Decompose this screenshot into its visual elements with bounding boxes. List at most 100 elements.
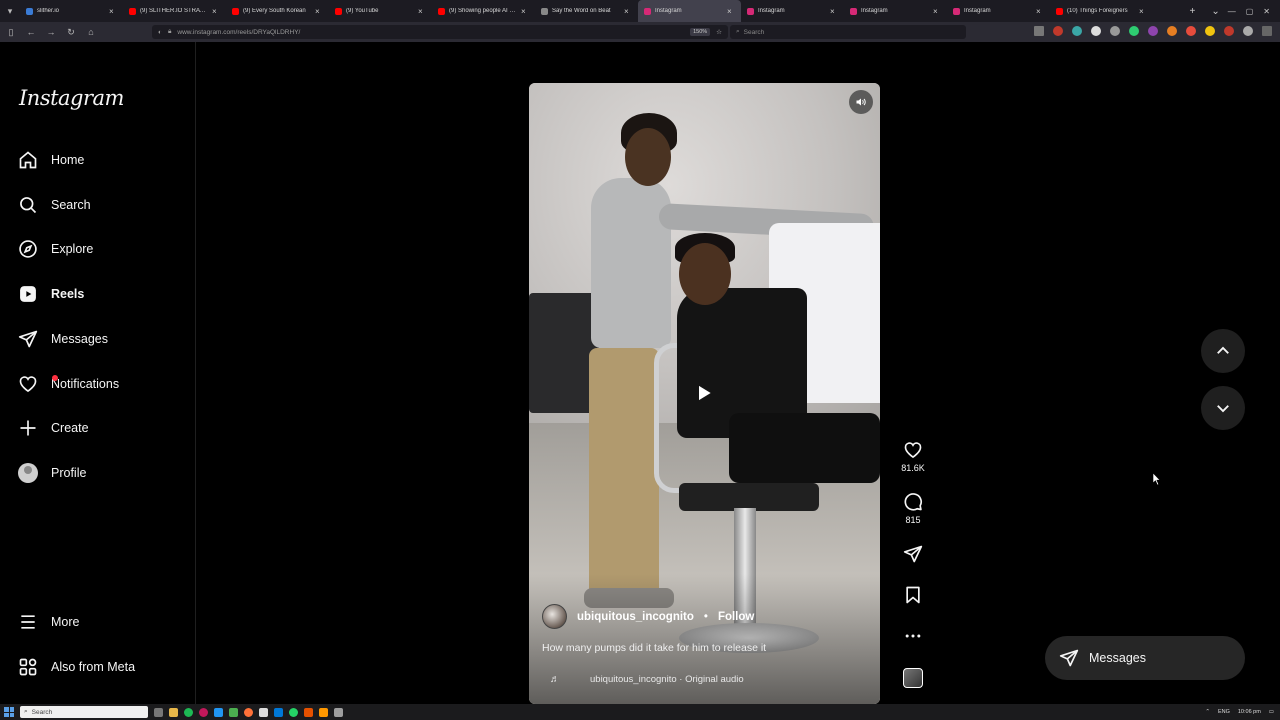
extension-icon[interactable] bbox=[1148, 26, 1158, 36]
browser-tab[interactable]: Instagram × bbox=[741, 0, 844, 22]
sidebar-item-create[interactable]: Create bbox=[18, 413, 89, 443]
extension-icon[interactable] bbox=[1167, 26, 1177, 36]
extension-icon[interactable] bbox=[1205, 26, 1215, 36]
share-icon[interactable] bbox=[903, 544, 923, 564]
browser-tab[interactable]: (9) Every South Korean × bbox=[226, 0, 329, 22]
tab-close-icon[interactable]: × bbox=[1139, 7, 1147, 16]
extension-icon[interactable] bbox=[1110, 26, 1120, 36]
tab-close-icon[interactable]: × bbox=[624, 7, 632, 16]
messages-pill-button[interactable]: Messages bbox=[1045, 636, 1245, 680]
sidebar-item-messages[interactable]: Messages bbox=[18, 324, 108, 354]
app-icon[interactable] bbox=[319, 707, 328, 717]
instagram-logo[interactable]: Instagram bbox=[19, 86, 124, 110]
tab-close-icon[interactable]: × bbox=[727, 7, 735, 16]
app-icon[interactable] bbox=[274, 707, 283, 717]
previous-reel-button[interactable] bbox=[1201, 329, 1245, 373]
sidebar-item-notifications[interactable]: Notifications bbox=[18, 369, 119, 399]
extension-icon[interactable] bbox=[1224, 26, 1234, 36]
extension-icon[interactable] bbox=[1091, 26, 1101, 36]
tray-chevron-icon[interactable]: ⌃ bbox=[1205, 709, 1210, 715]
tab-overflow-icon[interactable]: ⌄ bbox=[1203, 6, 1227, 17]
tab-label: (9) Showing people AI edits bbox=[449, 8, 517, 14]
minimize-button[interactable]: — bbox=[1228, 7, 1236, 16]
notification-icon[interactable]: ▭ bbox=[1269, 709, 1274, 715]
app-icon[interactable] bbox=[304, 707, 313, 717]
library-icon[interactable] bbox=[1034, 26, 1044, 36]
browser-tab[interactable]: (9) YouTube × bbox=[329, 0, 432, 22]
reload-button[interactable]: ↻ bbox=[66, 27, 76, 38]
browser-tab[interactable]: (9) Showing people AI edits × bbox=[432, 0, 535, 22]
sidebar-item-explore[interactable]: Explore bbox=[18, 234, 93, 264]
maximize-button[interactable]: ▢ bbox=[1246, 7, 1254, 16]
app-icon[interactable] bbox=[199, 707, 208, 717]
tab-close-icon[interactable]: × bbox=[521, 7, 529, 16]
task-view-icon[interactable] bbox=[154, 707, 163, 717]
reel-audio[interactable]: ♬ ubiquitous_incognito · Original audio bbox=[550, 674, 744, 685]
zoom-level[interactable]: 150% bbox=[690, 28, 711, 36]
home-button[interactable]: ⌂ bbox=[86, 27, 96, 37]
address-bar[interactable]: ◐ 🔒︎ www.instagram.com/reels/DRYaQlLDRHY… bbox=[152, 25, 728, 39]
tracking-shield-icon[interactable]: ◐ bbox=[158, 29, 162, 36]
browser-tab[interactable]: (9) SLITHER.IO STRATEGIES × bbox=[123, 0, 226, 22]
sidebar-item-also-from-meta[interactable]: Also from Meta bbox=[18, 652, 135, 682]
app-icon[interactable] bbox=[289, 707, 298, 717]
app-icon[interactable] bbox=[259, 707, 268, 717]
audio-thumbnail[interactable] bbox=[903, 668, 923, 688]
more-options-icon[interactable] bbox=[903, 626, 923, 646]
reel-caption[interactable]: How many pumps did it take for him to re… bbox=[542, 642, 872, 654]
browser-tab[interactable]: (10) Things Foreigners × bbox=[1050, 0, 1153, 22]
tab-close-icon[interactable]: × bbox=[830, 7, 838, 16]
back-button[interactable]: ← bbox=[26, 27, 36, 37]
bookmark-star-icon[interactable]: ☆ bbox=[716, 28, 722, 36]
app-icon[interactable] bbox=[184, 707, 193, 717]
tab-list-icon[interactable]: ▾ bbox=[0, 0, 20, 22]
taskbar-search[interactable]: ⌕ Search bbox=[20, 706, 148, 718]
search-bar[interactable]: ⌕ Search bbox=[730, 25, 966, 39]
tab-close-icon[interactable]: × bbox=[109, 7, 117, 16]
app-icon[interactable] bbox=[334, 707, 343, 717]
app-icon[interactable] bbox=[214, 707, 223, 717]
lock-icon[interactable]: 🔒︎ bbox=[168, 28, 171, 36]
next-reel-button[interactable] bbox=[1201, 386, 1245, 430]
tab-close-icon[interactable]: × bbox=[315, 7, 323, 16]
start-button[interactable] bbox=[4, 707, 14, 717]
tab-close-icon[interactable]: × bbox=[1036, 7, 1044, 16]
close-window-button[interactable]: ✕ bbox=[1263, 7, 1270, 16]
clock[interactable]: 10:06 pm bbox=[1238, 709, 1261, 715]
sidebar-item-profile[interactable]: Profile bbox=[18, 458, 86, 488]
audio-toggle-button[interactable] bbox=[849, 90, 873, 114]
comment-icon[interactable] bbox=[903, 492, 923, 512]
sidebar-item-more[interactable]: More bbox=[18, 607, 79, 637]
heart-icon[interactable] bbox=[903, 440, 923, 460]
firefox-icon[interactable] bbox=[244, 707, 253, 717]
author-avatar[interactable] bbox=[542, 604, 567, 629]
follow-button[interactable]: Follow bbox=[718, 611, 754, 623]
menu-icon[interactable] bbox=[1262, 26, 1272, 36]
new-tab-button[interactable]: + bbox=[1182, 6, 1204, 17]
tab-close-icon[interactable]: × bbox=[418, 7, 426, 16]
extension-icon[interactable] bbox=[1186, 26, 1196, 36]
play-button[interactable] bbox=[693, 382, 715, 404]
extension-icon[interactable] bbox=[1053, 26, 1063, 36]
browser-tab[interactable]: slither.io × bbox=[20, 0, 123, 22]
browser-tab[interactable]: Say the Word on Beat × bbox=[535, 0, 638, 22]
browser-tab[interactable]: Instagram × bbox=[638, 0, 741, 22]
bookmark-icon[interactable] bbox=[903, 585, 923, 605]
sidebar-toggle-icon[interactable]: ▯ bbox=[6, 27, 16, 38]
tab-close-icon[interactable]: × bbox=[212, 7, 220, 16]
folder-icon[interactable] bbox=[169, 707, 178, 717]
browser-tab[interactable]: Instagram × bbox=[844, 0, 947, 22]
extension-icon[interactable] bbox=[1243, 26, 1253, 36]
extension-icon[interactable] bbox=[1129, 26, 1139, 36]
sidebar-item-home[interactable]: Home bbox=[18, 145, 84, 175]
tab-favicon-icon bbox=[850, 7, 857, 15]
browser-tab[interactable]: Instagram × bbox=[947, 0, 1050, 22]
tab-close-icon[interactable]: × bbox=[933, 7, 941, 16]
app-icon[interactable] bbox=[229, 707, 238, 717]
language-indicator[interactable]: ENG bbox=[1218, 709, 1230, 715]
sidebar-item-reels[interactable]: Reels bbox=[18, 279, 84, 309]
sidebar-item-search[interactable]: Search bbox=[18, 190, 91, 220]
extension-icon[interactable] bbox=[1072, 26, 1082, 36]
forward-button[interactable]: → bbox=[46, 27, 56, 37]
author-username[interactable]: ubiquitous_incognito bbox=[577, 611, 694, 623]
